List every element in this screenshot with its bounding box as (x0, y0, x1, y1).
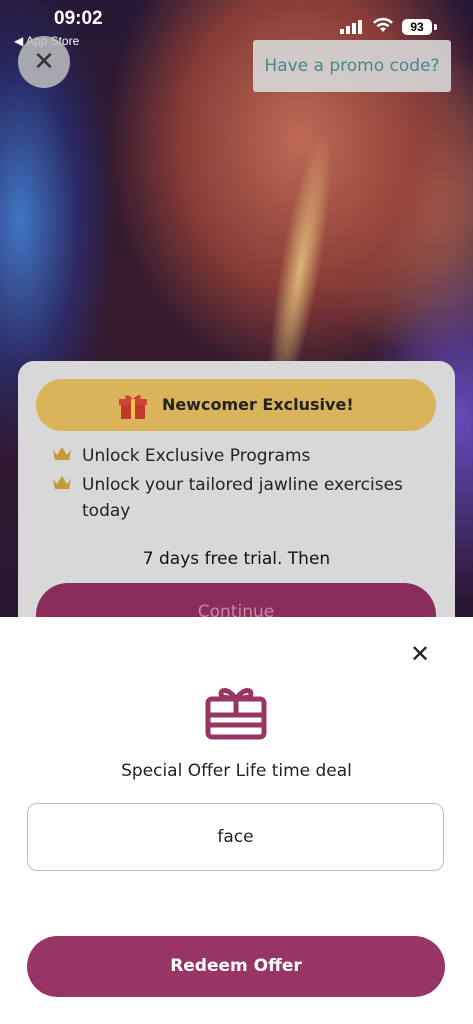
promo-code-input[interactable] (27, 803, 444, 871)
signal-icon (340, 20, 362, 34)
crown-icon (52, 474, 72, 500)
status-time: 09:02 (54, 8, 103, 29)
redeem-offer-button[interactable]: Redeem Offer (27, 936, 445, 997)
promo-code-button[interactable]: Have a promo code? (253, 40, 451, 92)
promo-sheet: ✕ Special Offer Life time deal Redeem Of… (0, 617, 473, 1024)
feature-item: Unlock your tailored jawline exercises t… (52, 472, 432, 524)
feature-item: Unlock Exclusive Programs (52, 443, 432, 469)
close-button[interactable]: ✕ (18, 36, 70, 88)
feature-text: Unlock Exclusive Programs (82, 446, 311, 466)
newcomer-exclusive-banner: Newcomer Exclusive! (36, 379, 436, 431)
wifi-icon (373, 17, 393, 32)
feature-text: Unlock your tailored jawline exercises t… (82, 475, 403, 521)
close-icon[interactable]: ✕ (405, 639, 435, 669)
crown-icon (52, 445, 72, 471)
gift-icon (118, 380, 148, 432)
battery-tip (434, 24, 437, 30)
close-icon: ✕ (33, 47, 55, 77)
battery-icon: 93 (402, 19, 432, 35)
offer-card: Newcomer Exclusive! Unlock Exclusive Pro… (18, 361, 455, 661)
offer-title: Special Offer Life time deal (121, 761, 352, 781)
exclusive-label: Newcomer Exclusive! (161, 395, 354, 414)
gift-icon (205, 688, 267, 740)
trial-text: 7 days free trial. Then (142, 549, 331, 569)
